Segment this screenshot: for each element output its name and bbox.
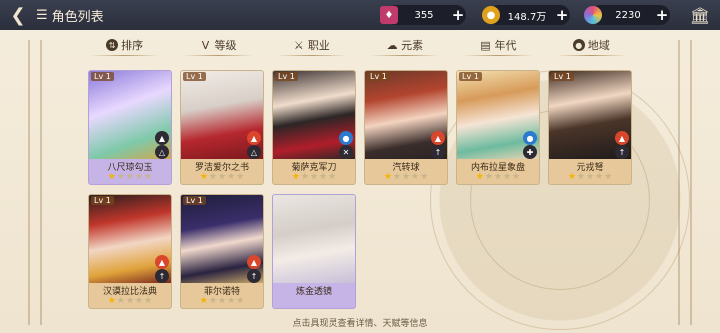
star-rating: ★ ★ ★ ★ ★: [199, 172, 245, 182]
filter-region[interactable]: ● 地域: [545, 34, 638, 56]
star-rating: ★ ★ ★ ★ ★: [107, 296, 153, 306]
filter-label: 等级: [214, 39, 237, 52]
back-arrow-icon: ❮: [10, 4, 26, 26]
character-portrait: [273, 195, 355, 283]
character-card[interactable]: Lv 1 ● ✚ 内布拉星象盘 ★ ★ ★ ★ ★: [456, 70, 540, 185]
swords-icon: ✕: [339, 145, 353, 159]
element-icon: ☁: [386, 38, 398, 52]
fire-icon: ▲: [615, 131, 629, 145]
character-card[interactable]: Lv 1 ▲ △ 罗洁爱尔之书 ★ ★ ★ ★ ★: [180, 70, 264, 185]
character-card[interactable]: Lv 1 ▲ ↑ 汽转球 ★ ★ ★ ★ ★: [364, 70, 448, 185]
right-pillar: [678, 40, 692, 325]
level-badge: Lv 1: [275, 72, 298, 81]
element-icon: ▲: [155, 131, 169, 145]
class-icon: ↑: [615, 145, 629, 159]
bank-icon[interactable]: 🏛: [688, 4, 712, 26]
character-card[interactable]: Lv 1 ▲ ↑ 元戎弩 ★ ★ ★ ★ ★: [548, 70, 632, 185]
crystal-currency: 2230 +: [584, 5, 670, 25]
fire-icon: ▲: [431, 131, 445, 145]
level-badge: Lv 1: [459, 72, 482, 81]
left-pillar: [28, 40, 42, 325]
character-card[interactable]: 炼金透镜: [272, 194, 356, 309]
character-card[interactable]: Lv 1 ▲ ↑ 汉谟拉比法典 ★ ★ ★ ★ ★: [88, 194, 172, 309]
crystal-icon: [584, 6, 602, 24]
star-rating: ★ ★ ★ ★ ★: [383, 172, 429, 182]
fire-icon: ▲: [247, 255, 261, 269]
level-icon: V: [201, 38, 210, 52]
class-icon: ↑: [431, 145, 445, 159]
top-bar: ❮ ☰ 角色列表 ♦ 355 + ● 148.7万 + 2230 + 🏛: [0, 0, 720, 30]
gem-value: 355: [414, 9, 434, 21]
level-badge: Lv 1: [183, 72, 206, 81]
star-rating: ★ ★ ★ ★ ★: [107, 172, 153, 182]
level-badge: Lv 1: [91, 72, 114, 81]
water-icon: ●: [523, 131, 537, 145]
character-card[interactable]: Lv 1 ▲ △ 八尺琼勾玉 ★ ★ ★ ★ ★: [88, 70, 172, 185]
star-rating: ★ ★ ★ ★ ★: [199, 296, 245, 306]
character-card[interactable]: Lv 1 ▲ ↑ 菲尔诺特 ★ ★ ★ ★ ★: [180, 194, 264, 309]
level-badge: Lv 1: [183, 196, 206, 205]
filter-sort[interactable]: ⇅ 排序: [78, 34, 171, 56]
coin-icon: ●: [482, 6, 500, 24]
filter-label: 地域: [587, 39, 610, 52]
filter-bar: ⇅ 排序 V 等级 ⚔ 职业 ☁ 元素 ▤ 年代 ● 地域: [78, 34, 638, 56]
star-rating: ★ ★ ★ ★ ★: [475, 172, 521, 182]
gold-value: 148.7万: [507, 11, 547, 23]
page-title-group: ☰ 角色列表: [36, 6, 104, 25]
add-gold-button[interactable]: +: [554, 6, 570, 24]
class-icon: ⚔: [293, 38, 304, 52]
back-button[interactable]: ❮: [0, 0, 36, 30]
region-icon: ●: [572, 39, 585, 51]
add-crystal-button[interactable]: +: [654, 6, 670, 24]
level-badge: Lv 1: [367, 72, 390, 81]
filter-label: 年代: [494, 39, 517, 52]
gem-currency: ♦ 355 +: [380, 5, 466, 25]
filter-element[interactable]: ☁ 元素: [358, 34, 451, 56]
filter-era[interactable]: ▤ 年代: [451, 34, 544, 56]
character-card[interactable]: Lv 1 ● ✕ 菊萨克军刀 ★ ★ ★ ★ ★: [272, 70, 356, 185]
class-icon: △: [155, 145, 169, 159]
class-icon: ↑: [155, 269, 169, 283]
gold-currency: ● 148.7万 +: [482, 5, 570, 25]
level-badge: Lv 1: [91, 196, 114, 205]
hint-text: 点击具现灵查看详情、天赋等信息: [292, 319, 428, 329]
fire-icon: ▲: [155, 255, 169, 269]
filter-label: 职业: [307, 39, 330, 52]
filter-label: 元素: [401, 39, 424, 52]
add-gem-button[interactable]: +: [450, 6, 466, 24]
list-icon: ☰: [36, 7, 48, 23]
star-rating: ★ ★ ★ ★ ★: [567, 172, 613, 182]
era-icon: ▤: [480, 38, 491, 52]
water-icon: ●: [339, 131, 353, 145]
character-name: 炼金透镜: [295, 287, 332, 297]
filter-level[interactable]: V 等级: [171, 34, 264, 56]
gem-icon: ♦: [380, 6, 398, 24]
filter-class[interactable]: ⚔ 职业: [265, 34, 358, 56]
level-badge: Lv 1: [551, 72, 574, 81]
page-title: 角色列表: [51, 9, 104, 25]
class-icon: △: [247, 145, 261, 159]
star-rating: ★ ★ ★ ★ ★: [291, 172, 337, 182]
filter-label: 排序: [121, 39, 144, 52]
crystal-value: 2230: [615, 9, 641, 21]
cross-icon: ✚: [523, 145, 537, 159]
fire-icon: ▲: [247, 131, 261, 145]
sort-icon: ⇅: [106, 39, 119, 51]
class-icon: ↑: [247, 269, 261, 283]
